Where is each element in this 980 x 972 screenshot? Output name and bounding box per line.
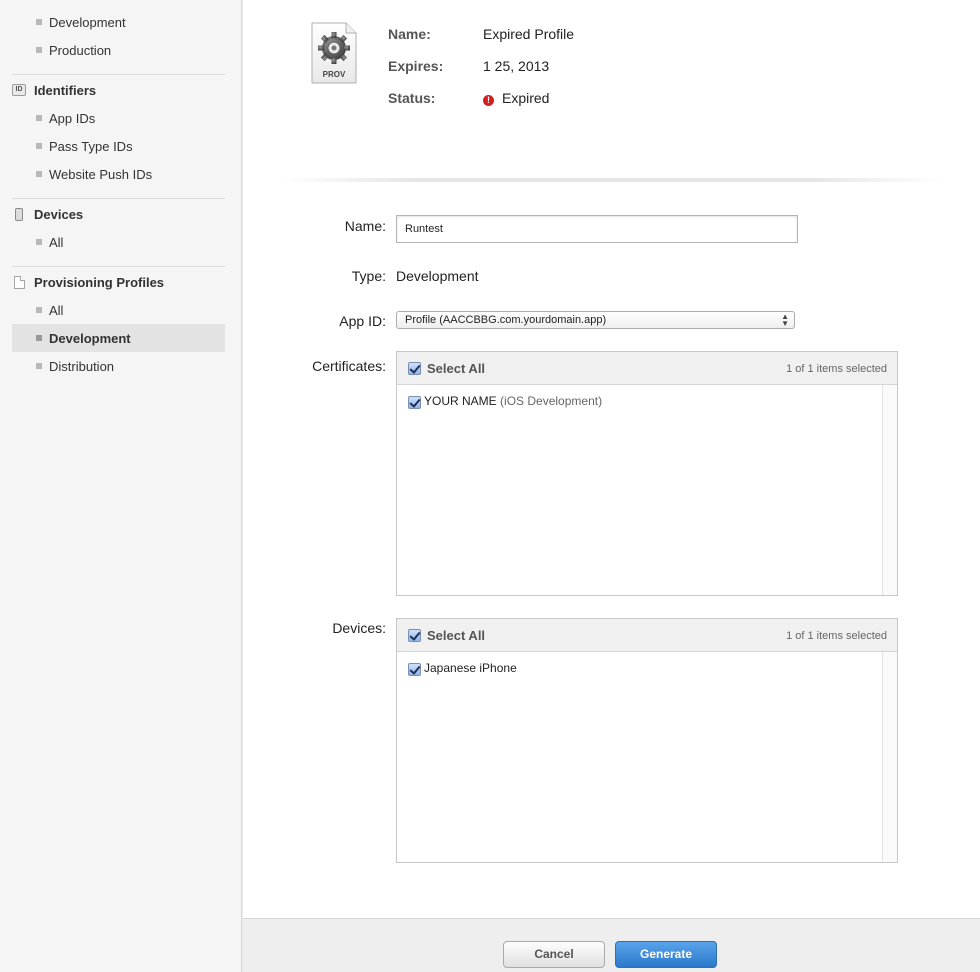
select-all-label[interactable]: Select All [427, 628, 485, 643]
sidebar-item-label: App IDs [49, 110, 96, 126]
sidebar-item-label: Website Push IDs [49, 166, 153, 182]
certificates-listbox: Select All 1 of 1 items selected YOUR NA… [396, 351, 898, 596]
sidebar-heading-label: Identifiers [34, 82, 97, 98]
list-item[interactable]: Japanese iPhone [424, 661, 517, 675]
id-badge-icon: ID [12, 83, 26, 97]
name-field[interactable] [396, 215, 798, 243]
sidebar-item-label: Development [49, 330, 131, 346]
certificates-list-header: Select All 1 of 1 items selected [397, 352, 897, 385]
app-id-label: App ID: [339, 313, 386, 329]
bullet-icon [36, 363, 42, 369]
certificate-name: YOUR NAME [424, 394, 497, 408]
summary-name-value: Expired Profile [483, 26, 575, 42]
scrollbar[interactable] [882, 652, 897, 862]
sidebar-item-profiles-development[interactable]: Development [12, 324, 225, 352]
sidebar-section-profiles: Provisioning Profiles All Development Di… [12, 268, 225, 380]
certificates-selection-count: 1 of 1 items selected [786, 363, 887, 375]
bullet-icon [36, 47, 42, 53]
bullet-icon [36, 335, 42, 341]
form-footer: Cancel Generate [243, 918, 980, 972]
generate-button[interactable]: Generate [615, 941, 717, 968]
sidebar-item-devices-all[interactable]: All [12, 228, 225, 256]
devices-list-body: Japanese iPhone [397, 652, 897, 862]
bullet-icon [36, 307, 42, 313]
devices-selection-count: 1 of 1 items selected [786, 630, 887, 642]
app-id-selected-value: Profile (AACCBBG.com.yourdomain.app) [405, 314, 607, 326]
sidebar-item-profiles-all[interactable]: All [12, 296, 225, 324]
sidebar-item-profiles-distribution[interactable]: Distribution [12, 352, 225, 380]
bullet-icon [36, 115, 42, 121]
select-all-label[interactable]: Select All [427, 361, 485, 376]
sidebar-item-certificates-production[interactable]: Production [12, 36, 225, 64]
sidebar-item-website-push-ids[interactable]: Website Push IDs [12, 160, 225, 188]
main-content: PROV Name: Expired Profile Expires: 1 25… [243, 0, 980, 972]
device-checkbox[interactable] [408, 663, 421, 676]
sidebar-divider [12, 74, 225, 75]
type-value: Development [396, 268, 479, 284]
devices-listbox: Select All 1 of 1 items selected Japanes… [396, 618, 898, 863]
sidebar-item-label: Development [49, 14, 126, 30]
certificate-checkbox[interactable] [408, 396, 421, 409]
bullet-icon [36, 19, 42, 25]
sidebar-divider [12, 198, 225, 199]
summary-status-label: Status: [388, 90, 436, 106]
type-field-label: Type: [351, 268, 386, 284]
sidebar-item-label: All [49, 302, 64, 318]
devices-list-header: Select All 1 of 1 items selected [397, 619, 897, 652]
error-icon: ! [483, 95, 494, 106]
bullet-icon [36, 143, 42, 149]
devices-label: Devices: [332, 620, 386, 636]
sidebar-item-label: Pass Type IDs [49, 138, 133, 154]
sidebar-heading-label: Devices [34, 206, 84, 222]
provisioning-profile-icon: PROV [310, 22, 358, 84]
summary-expires-label: Expires: [388, 58, 444, 74]
bullet-icon [36, 171, 42, 177]
sidebar-item-label: Production [49, 42, 112, 58]
certificates-list-body: YOUR NAME (iOS Development) [397, 385, 897, 595]
sidebar-item-label: All [49, 234, 64, 250]
select-all-certificates-checkbox[interactable] [408, 362, 421, 375]
sidebar-item-app-ids[interactable]: App IDs [12, 104, 225, 132]
name-field-label: Name: [344, 218, 386, 234]
sidebar-section-identifiers: ID Identifiers App IDs Pass Type IDs Web… [12, 76, 225, 188]
sidebar-section-certificates: Development Production [12, 8, 225, 64]
sidebar-heading-label: Provisioning Profiles [34, 274, 165, 290]
section-separator [283, 178, 943, 182]
sidebar-heading-profiles[interactable]: Provisioning Profiles [12, 268, 225, 296]
list-item[interactable]: YOUR NAME (iOS Development) [424, 394, 602, 408]
summary-status-value: Expired [502, 90, 550, 106]
document-icon [12, 275, 26, 289]
sidebar-heading-identifiers[interactable]: ID Identifiers [12, 76, 225, 104]
sidebar-divider [12, 266, 225, 267]
sidebar-item-pass-type-ids[interactable]: Pass Type IDs [12, 132, 225, 160]
certificate-detail: (iOS Development) [500, 394, 603, 408]
summary-name-label: Name: [388, 26, 431, 42]
cancel-button[interactable]: Cancel [503, 941, 605, 968]
prov-icon-label: PROV [322, 70, 346, 79]
sidebar-item-label: Distribution [49, 358, 115, 374]
certificates-label: Certificates: [312, 358, 386, 374]
select-all-devices-checkbox[interactable] [408, 629, 421, 642]
scrollbar[interactable] [882, 385, 897, 595]
select-arrows-icon: ▲ ▼ [781, 312, 789, 328]
app-id-select[interactable]: Profile (AACCBBG.com.yourdomain.app) ▲ ▼ [396, 311, 795, 329]
summary-expires-value: 1 25, 2013 [483, 58, 550, 74]
device-name: Japanese iPhone [424, 661, 517, 675]
sidebar-item-certificates-development[interactable]: Development [12, 8, 225, 36]
bullet-icon [36, 239, 42, 245]
iphone-icon [12, 207, 26, 221]
sidebar: Development Production ID Identifiers Ap… [0, 0, 244, 972]
sidebar-section-devices: Devices All [12, 200, 225, 256]
sidebar-heading-devices[interactable]: Devices [12, 200, 225, 228]
